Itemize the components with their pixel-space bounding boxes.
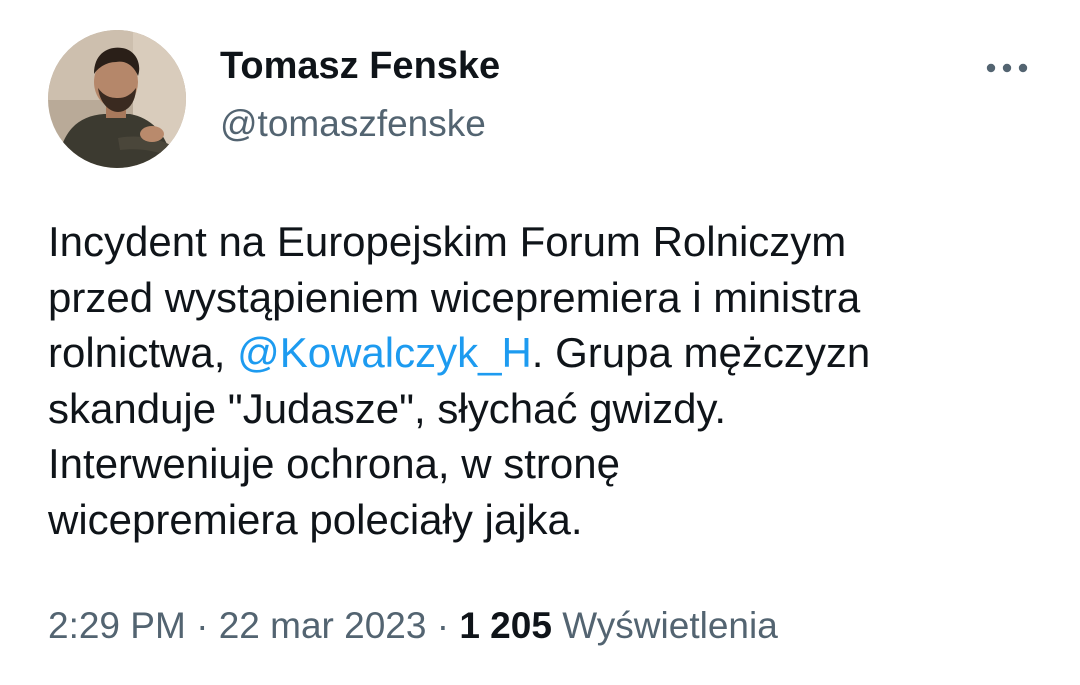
user-handle[interactable]: @tomaszfenske [220, 102, 486, 146]
avatar-image [48, 30, 186, 168]
mention-link[interactable]: @Kowalczyk_H [237, 329, 532, 376]
more-options-button[interactable] [980, 50, 1034, 86]
avatar[interactable] [48, 30, 186, 168]
tweet-text-line: Incydent na Europejskim Forum Rolniczym [48, 218, 847, 265]
tweet-text-line: skanduje "Judasze", słychać gwizdy. [48, 384, 727, 432]
meta-separator: · [185, 605, 219, 646]
meta-separator: · [426, 605, 460, 646]
views-count: 1 205 [459, 605, 552, 646]
tweet-text-fragment: rolnictwa, [48, 329, 238, 376]
tweet-text-line: Interweniuje ochrona, w stronę [48, 440, 620, 487]
tweet-text-line: rolnictwa, @Kowalczyk_H. Grupa mężczyzn [48, 325, 1048, 381]
tweet-card: Tomasz Fenske @tomaszfenske Incydent na … [0, 0, 1080, 685]
tweet-date[interactable]: 22 mar 2023 [219, 605, 427, 646]
tweet-text-line: przed wystąpieniem wicepremiera i minist… [48, 273, 861, 321]
tweet-meta: 2:29 PM · 22 mar 2023 · 1 205 Wyświetlen… [48, 603, 778, 649]
tweet-text-line: wicepremiera poleciały jajka. [48, 495, 583, 543]
more-horizontal-icon [986, 63, 1028, 73]
tweet-text: Incydent na Europejskim Forum Rolniczym … [48, 214, 1048, 547]
display-name[interactable]: Tomasz Fenske [220, 44, 500, 88]
views-label: Wyświetlenia [562, 605, 778, 646]
tweet-time[interactable]: 2:29 PM [48, 605, 186, 646]
tweet-text-fragment: . Grupa mężczyzn [531, 329, 871, 376]
